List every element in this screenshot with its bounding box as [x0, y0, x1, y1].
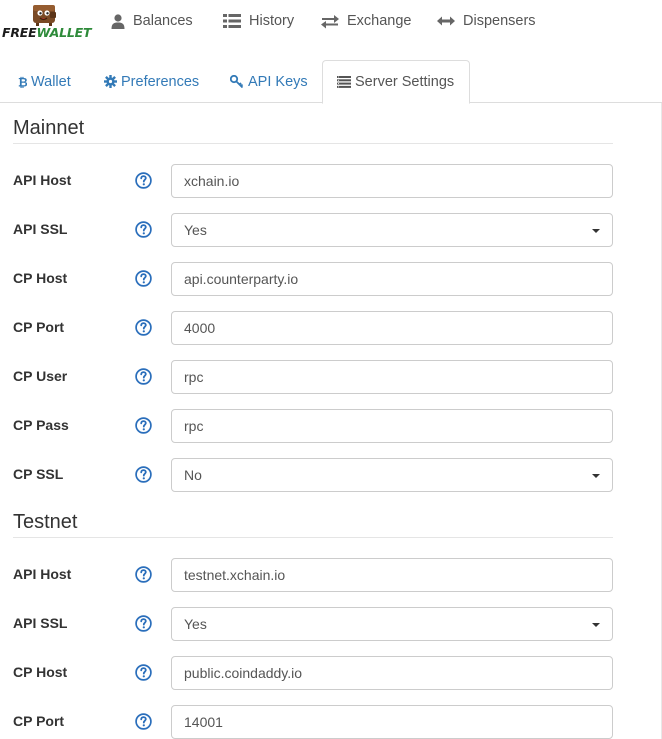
list-icon	[223, 14, 241, 28]
server-settings-panel: Mainnet API Host API SSL Yes CP Host CP Port…	[0, 103, 662, 739]
cp-port-input[interactable]	[184, 320, 600, 336]
tab-api-keys[interactable]: API Keys	[215, 60, 323, 103]
cp-host-field[interactable]	[171, 262, 613, 296]
cp-pass-input[interactable]	[184, 418, 600, 434]
api-host-input[interactable]	[184, 173, 600, 189]
api-ssl-select[interactable]: Yes	[171, 213, 613, 247]
cp-port-field[interactable]	[171, 705, 613, 739]
api-ssl-select[interactable]: Yes	[171, 607, 613, 641]
help-circle-icon[interactable]	[135, 221, 152, 238]
api-host-field[interactable]	[171, 558, 613, 592]
tab-api-keys-label: API Keys	[248, 73, 308, 90]
mainnet-row-api-ssl: API SSL Yes	[0, 213, 662, 247]
testnet-row-cp-port: CP Port	[0, 705, 662, 739]
help-circle-icon[interactable]	[135, 713, 152, 730]
api-ssl-label: API SSL	[13, 615, 68, 631]
help-circle-icon[interactable]	[135, 319, 152, 336]
nav-exchange-label: Exchange	[347, 13, 412, 29]
tab-preferences-label: Preferences	[121, 73, 200, 90]
api-ssl-label: API SSL	[13, 221, 68, 237]
user-icon	[111, 13, 125, 29]
nav-balances-label: Balances	[133, 13, 193, 29]
cp-user-label: CP User	[13, 368, 68, 384]
help-circle-icon[interactable]	[135, 172, 152, 189]
mainnet-row-cp-user: CP User	[0, 360, 662, 394]
cp-ssl-label: CP SSL	[13, 466, 64, 482]
mainnet-heading: Mainnet	[13, 117, 85, 139]
api-host-field[interactable]	[171, 164, 613, 198]
tab-server-settings-label: Server Settings	[355, 74, 455, 90]
mainnet-row-cp-pass: CP Pass	[0, 409, 662, 443]
nav-exchange[interactable]: Exchange	[321, 0, 412, 42]
help-circle-icon[interactable]	[135, 664, 152, 681]
help-circle-icon[interactable]	[135, 270, 152, 287]
bitcoin-icon: ₿	[18, 76, 27, 89]
svg-text:₿: ₿	[18, 76, 27, 89]
mainnet-row-cp-port: CP Port	[0, 311, 662, 345]
help-circle-icon[interactable]	[135, 615, 152, 632]
api-host-label: API Host	[13, 172, 72, 188]
key-icon	[230, 75, 244, 88]
logo-text: FREEWALLET	[2, 25, 92, 40]
settings-tabs: ₿ Wallet Preferences API Keys Server Set…	[0, 60, 662, 104]
caret-down-icon	[592, 229, 600, 233]
nav-dispensers[interactable]: Dispensers	[437, 0, 536, 42]
cp-port-input[interactable]	[184, 714, 600, 730]
nav-dispensers-label: Dispensers	[463, 13, 536, 29]
wallet-character-icon	[33, 5, 56, 26]
nav-history[interactable]: History	[223, 0, 294, 42]
freewallet-logo[interactable]: FREEWALLET	[2, 2, 92, 42]
tab-server-settings[interactable]: Server Settings	[322, 60, 471, 104]
mainnet-row-cp-host: CP Host	[0, 262, 662, 296]
nav-history-label: History	[249, 13, 295, 29]
testnet-heading: Testnet	[13, 511, 78, 533]
cp-host-input[interactable]	[184, 271, 600, 287]
testnet-row-api-ssl: API SSL Yes	[0, 607, 662, 641]
server-list-icon	[337, 76, 351, 88]
api-ssl-selected-value: Yes	[184, 616, 207, 632]
cp-host-label: CP Host	[13, 664, 68, 680]
mainnet-row-api-host: API Host	[0, 164, 662, 198]
cp-pass-field[interactable]	[171, 409, 613, 443]
testnet-row-api-host: API Host	[0, 558, 662, 592]
cp-port-label: CP Port	[13, 713, 65, 729]
cp-ssl-selected-value: No	[184, 467, 202, 483]
help-circle-icon[interactable]	[135, 466, 152, 483]
help-circle-icon[interactable]	[135, 368, 152, 385]
cp-user-input[interactable]	[184, 369, 600, 385]
cp-user-field[interactable]	[171, 360, 613, 394]
tab-wallet[interactable]: ₿ Wallet	[3, 60, 86, 103]
api-host-input[interactable]	[184, 567, 600, 583]
help-circle-icon[interactable]	[135, 417, 152, 434]
testnet-row-cp-host: CP Host	[0, 656, 662, 690]
cp-host-label: CP Host	[13, 270, 68, 286]
gear-icon	[104, 75, 117, 88]
testnet-divider	[13, 537, 613, 538]
help-circle-icon[interactable]	[135, 566, 152, 583]
mainnet-divider	[13, 143, 613, 144]
cp-port-label: CP Port	[13, 319, 65, 335]
cp-pass-label: CP Pass	[13, 417, 69, 433]
cp-host-field[interactable]	[171, 656, 613, 690]
horizontal-arrows-icon	[437, 16, 455, 26]
tab-wallet-label: Wallet	[31, 73, 71, 90]
cp-host-input[interactable]	[184, 665, 600, 681]
nav-balances[interactable]: Balances	[111, 0, 193, 42]
api-host-label: API Host	[13, 566, 72, 582]
api-ssl-selected-value: Yes	[184, 222, 207, 238]
cp-ssl-select[interactable]: No	[171, 458, 613, 492]
caret-down-icon	[592, 623, 600, 627]
exchange-arrows-icon	[321, 14, 339, 28]
mainnet-row-cp-ssl: CP SSL No	[0, 458, 662, 492]
top-navbar: FREEWALLET Balances History Exchange Dis…	[0, 0, 662, 42]
caret-down-icon	[592, 474, 600, 478]
tab-preferences[interactable]: Preferences	[89, 60, 214, 103]
cp-port-field[interactable]	[171, 311, 613, 345]
